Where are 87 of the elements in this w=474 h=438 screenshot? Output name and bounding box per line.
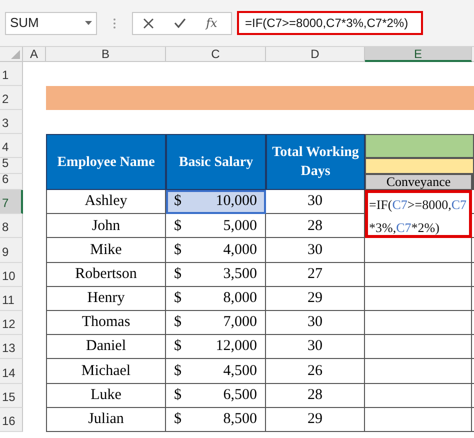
table-cell[interactable]: $ 12,000 — [166, 335, 266, 360]
table-cell[interactable]: $ 8,500 — [166, 408, 266, 432]
row-header[interactable]: 15 — [0, 384, 23, 408]
table-cell[interactable] — [365, 310, 472, 336]
table-cell: John — [46, 214, 166, 238]
table-cell: 30 — [266, 335, 365, 360]
amount: 4,500 — [223, 362, 257, 381]
column-header[interactable]: A — [23, 47, 46, 62]
cancel-icon[interactable] — [143, 18, 154, 28]
table-cell[interactable] — [365, 262, 472, 287]
insert-function-button[interactable]: fx — [206, 14, 218, 32]
row-header[interactable]: 12 — [0, 310, 23, 336]
row-header[interactable]: 14 — [0, 359, 23, 384]
amount: 4,000 — [223, 240, 257, 260]
currency-symbol: $ — [174, 410, 182, 430]
currency-symbol: $ — [174, 240, 182, 260]
row-header[interactable]: 6 — [0, 174, 23, 190]
row-header[interactable]: 13 — [0, 335, 23, 360]
table-cell[interactable]: $ 6,500 — [166, 384, 266, 408]
row-header[interactable]: 7 — [0, 190, 23, 214]
currency-symbol: $ — [174, 192, 182, 212]
column-heading: Conveyance — [365, 174, 472, 190]
amount: 8,500 — [223, 410, 257, 430]
table-cell: Luke — [46, 384, 166, 408]
column-heading: Employee Name — [46, 134, 166, 190]
grip-icon — [113, 18, 116, 28]
table-cell: 30 — [266, 310, 365, 336]
table-cell: Julian — [46, 408, 166, 432]
column-header[interactable]: C — [166, 47, 266, 62]
amount: 6,500 — [223, 386, 257, 405]
table-cell[interactable]: $ 4,000 — [166, 238, 266, 263]
amount: 5,000 — [223, 216, 257, 236]
caret-icon — [85, 21, 92, 25]
table-cell: 26 — [266, 359, 365, 384]
name-box[interactable]: SUM — [5, 12, 97, 34]
row-header[interactable]: 9 — [0, 238, 23, 263]
row-header[interactable]: 16 — [0, 408, 23, 432]
table-cell: Daniel — [46, 335, 166, 360]
table-cell: 29 — [266, 408, 365, 432]
row-header[interactable]: 4 — [0, 134, 23, 158]
amount: 8,000 — [223, 289, 257, 308]
table-cell[interactable] — [365, 359, 472, 384]
table-cell[interactable]: $ 3,500 — [166, 262, 266, 287]
row-header[interactable]: 5 — [0, 158, 23, 174]
table-cell: 29 — [266, 286, 365, 311]
row-header[interactable]: 11 — [0, 286, 23, 311]
currency-symbol: $ — [174, 264, 182, 284]
table-cell: Henry — [46, 286, 166, 311]
column-header[interactable]: D — [266, 47, 365, 62]
table-cell[interactable]: $ 10,000 — [166, 190, 266, 214]
row-header[interactable]: 8 — [0, 214, 23, 238]
table-cell[interactable]: $ 8,000 — [166, 286, 266, 311]
table-cell: 30 — [266, 238, 365, 263]
currency-symbol: $ — [174, 216, 182, 236]
column-heading: Total Working Days — [266, 134, 365, 190]
table-cell[interactable] — [365, 384, 472, 408]
column-header[interactable]: E — [365, 47, 472, 62]
table-cell[interactable]: $ 7,000 — [166, 310, 266, 336]
amount: 10,000 — [216, 192, 257, 212]
row-header[interactable]: 1 — [0, 62, 23, 86]
currency-symbol: $ — [174, 289, 182, 308]
row-header[interactable]: 2 — [0, 86, 23, 110]
table-cell: 28 — [266, 384, 365, 408]
currency-symbol: $ — [174, 362, 182, 381]
currency-symbol: $ — [174, 337, 182, 356]
check-icon[interactable] — [174, 18, 186, 28]
currency-symbol: $ — [174, 386, 182, 405]
currency-symbol: $ — [174, 313, 182, 332]
table-cell[interactable] — [365, 335, 472, 360]
row-header[interactable]: 10 — [0, 262, 23, 287]
amount: 7,000 — [223, 313, 257, 332]
table-cell[interactable] — [365, 408, 472, 432]
table-cell: Thomas — [46, 310, 166, 336]
table-cell: 27 — [266, 262, 365, 287]
table-cell: Robertson — [46, 262, 166, 287]
cell-editor[interactable]: =IF(C7>=8000,C7 *3%,C7*2%) — [365, 190, 472, 238]
column-heading: Basic Salary — [166, 134, 266, 190]
table-cell: Michael — [46, 359, 166, 384]
table-cell[interactable]: $ 4,500 — [166, 359, 266, 384]
table-cell[interactable] — [365, 286, 472, 311]
amount: 12,000 — [216, 337, 257, 356]
table-cell[interactable]: $ 5,000 — [166, 214, 266, 238]
row-header[interactable]: 3 — [0, 110, 23, 134]
table-cell: Mike — [46, 238, 166, 263]
column-header[interactable]: B — [46, 47, 166, 62]
formula-field[interactable]: =IF(C7>=8000,C7*3%,C7*2%) — [237, 11, 423, 35]
amount: 3,500 — [223, 264, 257, 284]
